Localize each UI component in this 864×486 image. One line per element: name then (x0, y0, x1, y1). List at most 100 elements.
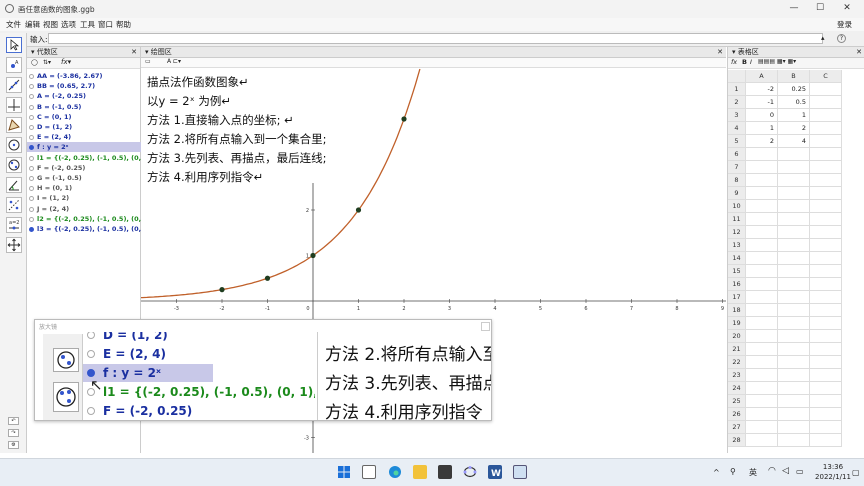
spreadsheet-cell[interactable] (778, 382, 810, 395)
login-link[interactable]: 登录 (837, 19, 852, 30)
clock-date[interactable]: 2022/1/11 (812, 473, 854, 481)
visibility-toggle-icon[interactable] (29, 216, 34, 222)
close-icon[interactable]: ✕ (717, 47, 723, 58)
spreadsheet-cell[interactable] (810, 83, 842, 96)
input-dropdown-icon[interactable]: ▴ (821, 34, 825, 42)
spreadsheet-cell[interactable] (778, 408, 810, 421)
spreadsheet-cell[interactable] (810, 187, 842, 200)
spreadsheet-cell[interactable]: 2 (746, 135, 778, 148)
row-header[interactable]: 27 (728, 421, 746, 434)
help-icon[interactable]: ? (837, 34, 846, 43)
spreadsheet-cell[interactable] (810, 278, 842, 291)
note-line[interactable]: 方法 4.利用序列指令↵ (147, 169, 263, 185)
fx-icon[interactable]: fx (731, 58, 737, 66)
visibility-toggle-icon[interactable] (29, 114, 34, 120)
spreadsheet-cell[interactable] (810, 252, 842, 265)
remote-desktop-icon[interactable] (513, 465, 527, 479)
spreadsheet-cell[interactable] (778, 369, 810, 382)
row-header[interactable]: 12 (728, 226, 746, 239)
circle-tool-icon[interactable] (6, 137, 22, 153)
algebra-item[interactable]: F = (-2, 0.25) (27, 163, 141, 173)
spreadsheet-cell[interactable] (778, 356, 810, 369)
algebra-item[interactable]: B = (-1, 0.5) (27, 102, 141, 112)
column-header[interactable]: B (778, 70, 810, 83)
spreadsheet-cell[interactable] (810, 304, 842, 317)
row-header[interactable]: 23 (728, 369, 746, 382)
row-header[interactable]: 20 (728, 330, 746, 343)
spreadsheet-cell[interactable] (746, 200, 778, 213)
spreadsheet-cell[interactable] (746, 213, 778, 226)
spreadsheet-cell[interactable] (778, 213, 810, 226)
menu-tools[interactable]: 工具 (80, 19, 95, 30)
maximize-button[interactable]: ☐ (813, 3, 827, 13)
spreadsheet-cell[interactable] (810, 356, 842, 369)
spreadsheet-cell[interactable] (810, 408, 842, 421)
spreadsheet-cell[interactable] (746, 278, 778, 291)
spreadsheet-cell[interactable] (746, 369, 778, 382)
row-header[interactable]: 21 (728, 343, 746, 356)
row-header[interactable]: 1 (728, 83, 746, 96)
row-header[interactable]: 28 (728, 434, 746, 447)
row-header[interactable]: 5 (728, 135, 746, 148)
algebra-item[interactable]: l1 = {(-2, 0.25), (-1, 0.5), (0, 1), (1 (27, 153, 141, 163)
row-header[interactable]: 10 (728, 200, 746, 213)
mic-icon[interactable]: ⚲ (730, 467, 736, 476)
visibility-toggle-icon[interactable] (29, 176, 34, 181)
tray-chevron-icon[interactable]: ^ (713, 468, 720, 477)
clock-time[interactable]: 13:36 (820, 463, 846, 471)
input-lang-indicator[interactable]: 英 (749, 467, 757, 478)
algebra-item[interactable]: H = (0, 1) (27, 183, 141, 193)
text-style-icon[interactable]: A ⊏▾ (167, 58, 181, 65)
spreadsheet-grid[interactable]: A B C 1 -2 0.25 2 -1 0.5 3 0 1 4 1 2 5 2 4 6 7 8 9 10 11 12 13 14 1… (728, 70, 864, 453)
spreadsheet-cell[interactable] (778, 200, 810, 213)
row-header[interactable]: 3 (728, 109, 746, 122)
algebra-item[interactable]: I = (1, 2) (27, 193, 141, 203)
algebra-item[interactable]: G = (-1, 0.5) (27, 173, 141, 183)
row-header[interactable]: 15 (728, 265, 746, 278)
spreadsheet-cell[interactable] (746, 382, 778, 395)
spreadsheet-cell[interactable] (810, 148, 842, 161)
spreadsheet-cell[interactable] (778, 278, 810, 291)
visibility-toggle-icon[interactable] (29, 206, 34, 212)
spreadsheet-cell[interactable] (778, 265, 810, 278)
menu-view[interactable]: 视图 (43, 19, 58, 30)
spreadsheet-corner[interactable] (728, 70, 746, 83)
spreadsheet-cell[interactable] (810, 395, 842, 408)
magnifier-close-icon[interactable] (481, 322, 490, 331)
ellipse-tool-icon[interactable] (6, 157, 22, 173)
word-icon[interactable]: W (488, 465, 502, 479)
row-header[interactable]: 24 (728, 382, 746, 395)
volume-icon[interactable]: ◁ (782, 466, 789, 476)
spreadsheet-cell[interactable] (810, 226, 842, 239)
algebra-item[interactable]: J = (2, 4) (27, 204, 141, 214)
line-tool-icon[interactable] (6, 77, 22, 93)
spreadsheet-cell[interactable] (810, 291, 842, 304)
spreadsheet-cell[interactable]: -1 (746, 96, 778, 109)
algebra-item[interactable]: l2 = {(-2, 0.25), (-1, 0.5), (0, 1), (1 (27, 214, 141, 224)
spreadsheet-cell[interactable] (778, 148, 810, 161)
row-header[interactable]: 9 (728, 187, 746, 200)
polygon-tool-icon[interactable] (6, 117, 22, 133)
visibility-toggle-icon[interactable] (29, 145, 34, 151)
spreadsheet-cell[interactable] (778, 304, 810, 317)
spreadsheet-cell[interactable] (778, 161, 810, 174)
store-icon[interactable] (438, 465, 452, 479)
spreadsheet-cell[interactable] (778, 226, 810, 239)
notification-icon[interactable]: ▢ (852, 468, 860, 477)
spreadsheet-cell[interactable] (746, 291, 778, 304)
spreadsheet-cell[interactable] (746, 343, 778, 356)
spreadsheet-cell[interactable] (810, 213, 842, 226)
edge-icon[interactable] (388, 465, 402, 479)
visibility-toggle-icon[interactable] (29, 74, 34, 79)
move-graphics-tool-icon[interactable] (6, 237, 22, 253)
undo-icon[interactable]: ↶ (8, 417, 19, 425)
battery-icon[interactable]: ▭ (796, 467, 804, 476)
file-explorer-icon[interactable] (413, 465, 427, 479)
row-header[interactable]: 13 (728, 239, 746, 252)
spreadsheet-cell[interactable] (810, 200, 842, 213)
visibility-toggle-icon[interactable] (29, 227, 34, 232)
spreadsheet-cell[interactable] (810, 135, 842, 148)
task-view-icon[interactable] (362, 465, 376, 479)
spreadsheet-cell[interactable]: 0.25 (778, 83, 810, 96)
visibility-toggle-icon[interactable] (29, 186, 34, 192)
